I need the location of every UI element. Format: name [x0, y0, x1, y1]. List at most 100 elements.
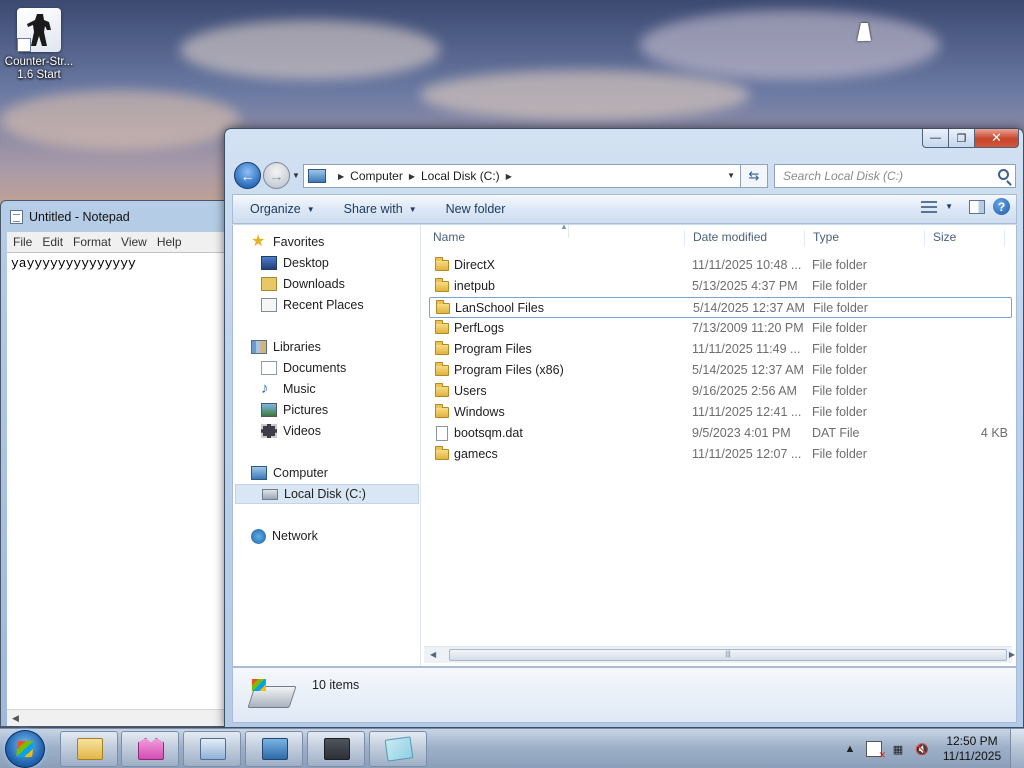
- forward-button[interactable]: →: [263, 162, 290, 189]
- minimize-button[interactable]: —: [922, 129, 949, 148]
- taskbar-explorer-button[interactable]: [60, 731, 118, 767]
- taskbar-notepad-button[interactable]: [369, 731, 427, 767]
- nav-item-recent-places[interactable]: Recent Places: [261, 295, 364, 315]
- nav-item-videos[interactable]: Videos: [261, 421, 321, 441]
- taskbar-monitor-button[interactable]: [245, 731, 303, 767]
- nav-favorites-label: Favorites: [273, 235, 325, 249]
- file-row[interactable]: Program Files (x86) 5/14/2025 12:37 AM Fil…: [429, 360, 1012, 381]
- scroll-left-icon[interactable]: ◀: [430, 650, 436, 659]
- dark-monitor-app-icon: [324, 738, 350, 760]
- address-dropdown-icon[interactable]: ▼: [727, 171, 735, 180]
- menu-edit[interactable]: Edit: [38, 232, 67, 252]
- file-row[interactable]: gamecs 11/11/2025 12:07 ... File folder: [429, 444, 1012, 465]
- forward-arrow-icon: →: [269, 167, 284, 184]
- file-row[interactable]: inetpub 5/13/2025 4:37 PM File folder: [429, 276, 1012, 297]
- close-button[interactable]: ✕: [975, 129, 1019, 148]
- file-type: File folder: [812, 258, 867, 272]
- file-name: PerfLogs: [454, 321, 505, 335]
- column-type[interactable]: Type: [805, 230, 925, 246]
- show-hidden-icons-icon[interactable]: ▲: [842, 741, 858, 757]
- preview-pane-icon[interactable]: [969, 199, 985, 214]
- chevron-right-icon[interactable]: ▶: [409, 172, 415, 181]
- network-tray-icon[interactable]: ▦: [890, 741, 906, 757]
- scroll-right-icon[interactable]: ▶: [1009, 650, 1015, 659]
- volume-muted-icon[interactable]: 🔇: [914, 741, 930, 757]
- file-row[interactable]: Windows 11/11/2025 12:41 ... File folder: [429, 402, 1012, 423]
- navigation-pane: ★ Favorites Desktop Downloads Recent Plac…: [233, 225, 421, 666]
- action-center-flag-icon[interactable]: [866, 741, 886, 761]
- taskbar-app-cat-button[interactable]: [121, 731, 179, 767]
- address-bar[interactable]: ▶ Computer ▶ Local Disk (C:) ▶ ▼: [303, 164, 741, 188]
- recent-places-icon: [261, 298, 277, 312]
- file-row[interactable]: bootsqm.dat 9/5/2023 4:01 PM DAT File 4 KB: [429, 423, 1012, 444]
- file-row[interactable]: Users 9/16/2025 2:56 AM File folder: [429, 381, 1012, 402]
- file-name: DirectX: [454, 258, 495, 272]
- search-icon[interactable]: [998, 169, 1009, 180]
- file-list-hscrollbar[interactable]: ◀ ||| ▶: [424, 646, 1015, 663]
- clock-time: 12:50 PM: [946, 734, 998, 748]
- refresh-button[interactable]: ⇆: [741, 164, 768, 188]
- help-icon[interactable]: ?: [993, 198, 1010, 215]
- file-row[interactable]: Program Files 11/11/2025 11:49 ... File fo…: [429, 339, 1012, 360]
- back-arrow-icon: ←: [240, 167, 255, 184]
- nav-item-documents[interactable]: Documents: [261, 358, 346, 378]
- notepad-text-area[interactable]: yayyyyyyyyyyyyyy: [7, 252, 231, 726]
- change-view-icon[interactable]: [921, 200, 938, 213]
- file-row[interactable]: LanSchool Files 5/14/2025 12:37 AM File fo…: [429, 297, 1012, 318]
- views-dropdown-icon[interactable]: ▼: [945, 202, 953, 211]
- chevron-right-icon[interactable]: ▶: [338, 172, 344, 181]
- share-with-button[interactable]: Share with ▼: [327, 202, 429, 216]
- nav-item-pictures[interactable]: Pictures: [261, 400, 328, 420]
- file-list: Name ▲ Date modified Type Size DirectX 11…: [422, 225, 1016, 666]
- nav-item-music[interactable]: ♪ Music: [261, 379, 316, 399]
- column-date-modified[interactable]: Date modified: [685, 230, 805, 246]
- folder-icon: [436, 300, 450, 314]
- clock[interactable]: 12:50 PM 11/11/2025: [934, 734, 1010, 764]
- new-folder-button[interactable]: New folder: [429, 202, 518, 216]
- nav-item-desktop[interactable]: Desktop: [261, 253, 329, 273]
- taskbar-network-button[interactable]: [183, 731, 241, 767]
- taskbar: ▲ ▦ 🔇 12:50 PM 11/11/2025: [0, 728, 1024, 768]
- nav-favorites[interactable]: ★ Favorites: [251, 232, 324, 252]
- menu-format[interactable]: Format: [69, 232, 115, 252]
- maximize-icon: ❐: [956, 132, 967, 145]
- file-row[interactable]: DirectX 11/11/2025 10:48 ... File folder: [429, 255, 1012, 276]
- file-date-modified: 11/11/2025 10:48 ...: [692, 258, 802, 272]
- notepad-titlebar[interactable]: Untitled - Notepad: [1, 201, 231, 231]
- file-row[interactable]: PerfLogs 7/13/2009 11:20 PM File folder: [429, 318, 1012, 339]
- show-desktop-button[interactable]: [1010, 729, 1024, 768]
- nav-item-local-disk[interactable]: Local Disk (C:): [235, 484, 419, 504]
- breadcrumb-computer[interactable]: Computer: [350, 169, 403, 183]
- notepad-icon: [384, 736, 414, 762]
- recent-pages-dropdown-icon[interactable]: ▼: [292, 171, 300, 180]
- back-button[interactable]: ←: [234, 162, 261, 189]
- pictures-icon: [261, 403, 277, 417]
- desktop-icon-counter-strike[interactable]: Counter-Str... 1.6 Start: [2, 8, 76, 82]
- nav-item-label: Videos: [283, 424, 321, 438]
- sort-ascending-icon: ▲: [552, 225, 569, 238]
- notepad-window[interactable]: Untitled - Notepad File Edit Format View…: [0, 200, 232, 727]
- column-headers: Name ▲ Date modified Type Size: [422, 225, 1016, 249]
- nav-libraries[interactable]: Libraries: [251, 337, 321, 357]
- maximize-button[interactable]: ❐: [949, 129, 975, 148]
- menu-file[interactable]: File: [9, 232, 36, 252]
- chevron-right-icon[interactable]: ▶: [506, 172, 512, 181]
- organize-button[interactable]: Organize ▼: [233, 202, 327, 216]
- menu-view[interactable]: View: [117, 232, 151, 252]
- search-box[interactable]: Search Local Disk (C:): [774, 164, 1016, 188]
- notepad-hscrollbar[interactable]: ◀: [7, 709, 231, 726]
- scroll-left-icon[interactable]: ◀: [12, 713, 19, 724]
- nav-network-label: Network: [272, 529, 318, 543]
- nav-item-downloads[interactable]: Downloads: [261, 274, 345, 294]
- scrollbar-thumb[interactable]: |||: [449, 649, 1007, 661]
- column-size[interactable]: Size: [925, 230, 1005, 246]
- taskbar-monitor2-button[interactable]: [307, 731, 365, 767]
- breadcrumb-local-disk[interactable]: Local Disk (C:): [421, 169, 500, 183]
- nav-computer[interactable]: Computer: [251, 463, 328, 483]
- nav-network[interactable]: Network: [251, 526, 318, 546]
- start-button[interactable]: [5, 730, 45, 768]
- nav-item-label: Recent Places: [283, 298, 364, 312]
- explorer-window[interactable]: — ❐ ✕ ← → ▼ ▶ Computer ▶ Local Disk (C:)…: [224, 128, 1024, 728]
- menu-help[interactable]: Help: [153, 232, 186, 252]
- folder-icon: [435, 404, 449, 418]
